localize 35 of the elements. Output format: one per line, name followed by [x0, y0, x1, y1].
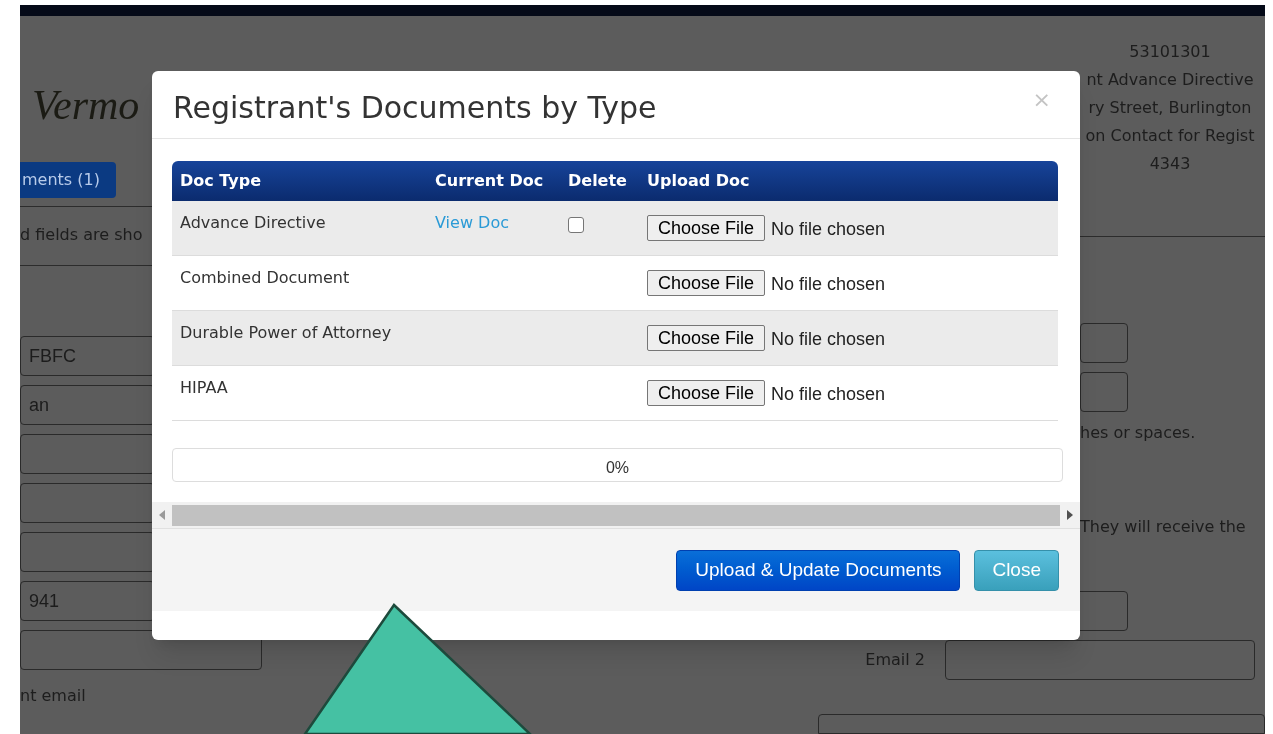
header-info-line: nt Advance Directive [1086, 69, 1254, 91]
choose-file-button[interactable]: Choose File [647, 380, 766, 406]
email-label: Email 2 [864, 649, 925, 671]
modal-title: Registrant's Documents by Type [173, 89, 657, 127]
header-info-line: on Contact for Regist [1085, 125, 1255, 147]
column-header: Delete [568, 170, 628, 192]
delete-checkbox[interactable] [568, 217, 584, 233]
documents-tab[interactable]: ments (1) [20, 162, 116, 198]
scroll-right-icon[interactable] [1066, 510, 1074, 520]
file-status: No file chosen [771, 328, 886, 351]
column-header: Current Doc [435, 170, 545, 192]
choose-file-button[interactable]: Choose File [647, 325, 766, 351]
hint-text: They will receive the [1080, 516, 1247, 538]
email-note: nt email [20, 685, 86, 707]
header-info-line: ry Street, Burlington [1088, 97, 1252, 119]
choose-file-button[interactable]: Choose File [647, 270, 766, 296]
logo-text: Vermo [32, 81, 140, 130]
file-status: No file chosen [771, 218, 886, 241]
progress-label: 0% [605, 458, 630, 478]
choose-file-button[interactable]: Choose File [647, 215, 766, 241]
column-header: Doc Type [179, 170, 263, 192]
doc-type-cell-text: Advance Directive [179, 212, 327, 234]
required-note: d fields are sho [20, 224, 143, 246]
hint-text: hes or spaces. [1080, 422, 1197, 444]
scroll-left-icon[interactable] [158, 510, 166, 520]
header-info-line: 4343 [1149, 153, 1191, 175]
file-status: No file chosen [771, 273, 886, 296]
file-status: No file chosen [771, 383, 886, 406]
column-header: Upload Doc [647, 170, 751, 192]
doc-type-cell-text: Durable Power of Attorney [179, 322, 393, 344]
doc-type-cell-text: Combined Document [179, 267, 351, 289]
doc-type-cell-text: HIPAA [179, 377, 229, 399]
header-info-line: 53101301 [1129, 41, 1211, 63]
horizontal-scrollbar[interactable] [152, 502, 1080, 529]
upload-button[interactable]: Upload & Update Documents [676, 549, 961, 591]
